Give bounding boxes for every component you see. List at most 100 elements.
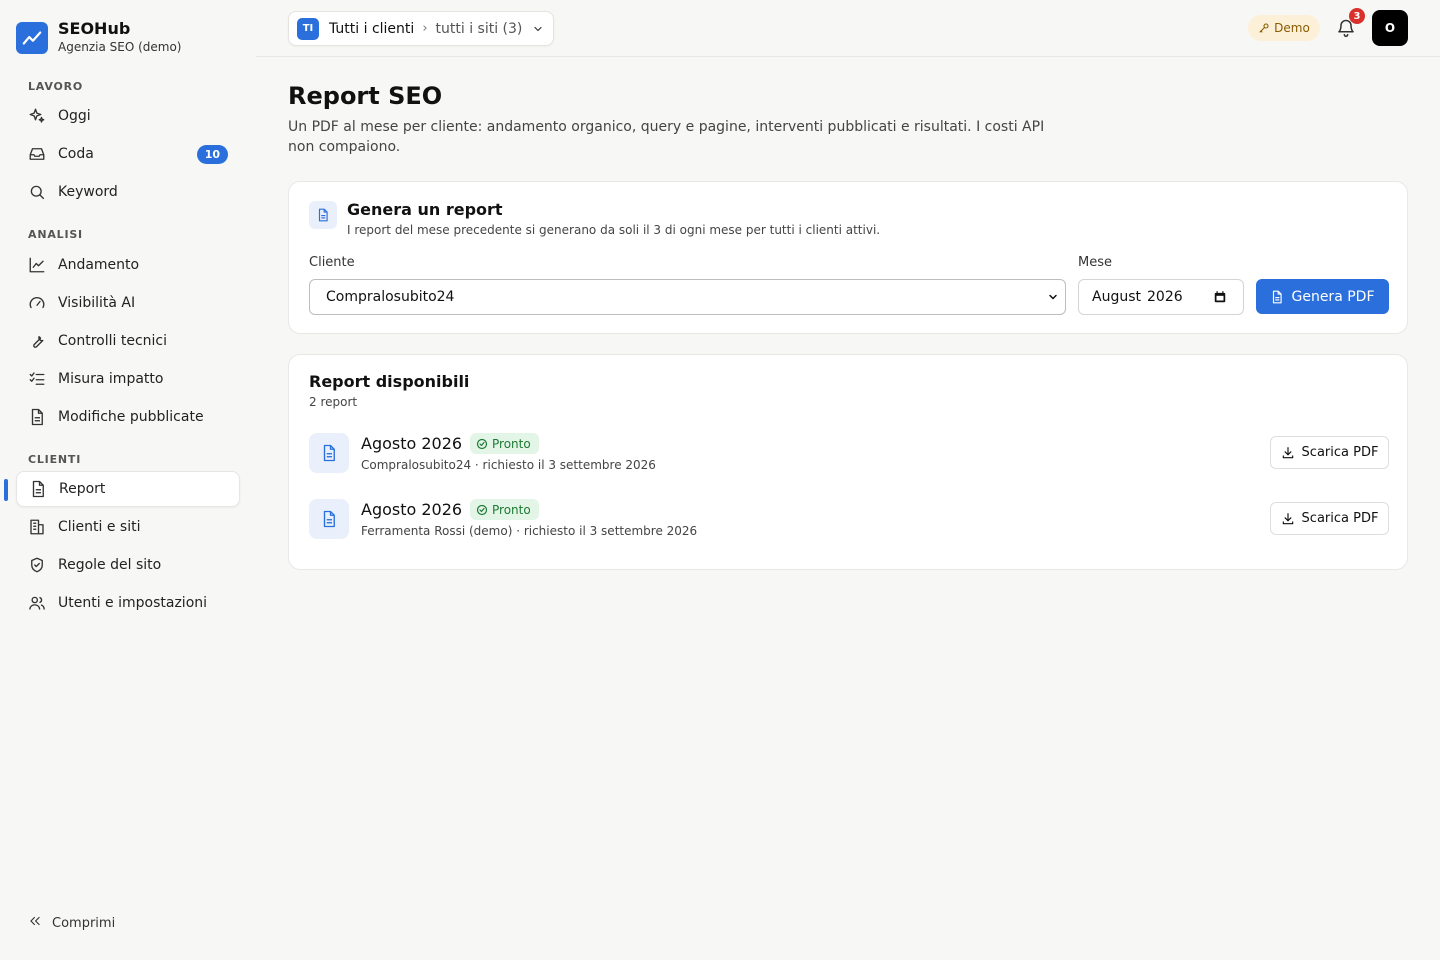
sidebar-item-label: Clienti e siti (58, 519, 141, 535)
report-meta: Compralosubito24 · richiesto il 3 settem… (361, 458, 656, 472)
status-label: Pronto (492, 436, 531, 451)
generate-pdf-button[interactable]: Genera PDF (1256, 279, 1389, 314)
document-icon (309, 499, 349, 539)
download-pdf-button[interactable]: Scarica PDF (1270, 436, 1389, 469)
sidebar-item-controlli-tecnici[interactable]: Controlli tecnici (16, 323, 240, 359)
report-title: Agosto 2026 (361, 500, 463, 519)
demo-mode-badge[interactable]: Demo (1248, 15, 1320, 41)
generate-pdf-label: Genera PDF (1291, 288, 1375, 305)
demo-label: Demo (1274, 21, 1310, 35)
client-initials-badge: TI (297, 17, 319, 40)
line-chart-icon (28, 256, 46, 274)
list-item: Agosto 2026 Pronto Ferramenta Rossi (dem… (309, 499, 1389, 539)
sidebar-item-label: Visibilità AI (58, 295, 136, 311)
topbar: TI Tutti i clienti › tutti i siti (3) De… (256, 0, 1440, 57)
check-circle-icon (476, 504, 488, 516)
sidebar-item-label: Andamento (58, 257, 140, 273)
client-switcher[interactable]: TI Tutti i clienti › tutti i siti (3) (288, 11, 554, 46)
sidebar-item-clienti-e-siti[interactable]: Clienti e siti (16, 509, 240, 545)
chevron-down-icon (532, 23, 544, 35)
sidebar-item-visibilita-ai[interactable]: Visibilità AI (16, 285, 240, 321)
sidebar-item-misura-impatto[interactable]: Misura impatto (16, 361, 240, 397)
document-icon (29, 480, 47, 498)
page-description: Un PDF al mese per cliente: andamento or… (288, 119, 1045, 155)
report-title: Agosto 2026 (361, 434, 463, 453)
reports-count: 2 report (309, 395, 358, 409)
sidebar-item-label: Regole del sito (58, 557, 162, 573)
shield-check-icon (28, 556, 46, 574)
sidebar-item-label: Report (59, 481, 106, 497)
active-indicator (4, 479, 8, 501)
reports-title: Report disponibili (309, 372, 470, 391)
users-icon (28, 594, 46, 612)
chevron-down-icon (1047, 291, 1059, 307)
sidebar-item-label: Modifiche pubblicate (58, 409, 204, 425)
chevrons-left-icon (28, 914, 42, 932)
sidebar-item-andamento[interactable]: Andamento (16, 247, 240, 283)
download-label: Scarica PDF (1301, 511, 1379, 526)
gauge-icon (28, 294, 46, 312)
collapse-label: Comprimi (52, 915, 116, 931)
sidebar-item-oggi[interactable]: Oggi (16, 98, 240, 134)
breadcrumb-separator: › (422, 21, 428, 36)
sidebar-item-label: Keyword (58, 184, 118, 200)
report-meta: Ferramenta Rossi (demo) · richiesto il 3… (361, 524, 698, 538)
bell-icon (1336, 19, 1356, 43)
sidebar-item-regole-del-sito[interactable]: Regole del sito (16, 547, 240, 583)
download-icon (1281, 512, 1295, 526)
checklist-icon (28, 370, 46, 388)
collapse-sidebar-button[interactable]: Comprimi (28, 914, 115, 932)
wrench-icon (28, 332, 46, 350)
building-icon (28, 518, 46, 536)
queue-count-badge: 10 (196, 145, 228, 164)
section-label-analisi: ANALISI (28, 228, 83, 241)
document-icon (309, 433, 349, 473)
list-item: Agosto 2026 Pronto Compralosubito24 · ri… (309, 433, 1389, 473)
app-name: SEOHub (58, 19, 131, 38)
document-icon (28, 408, 46, 426)
sidebar: SEOHub Agenzia SEO (demo) LAVORO Oggi Co… (0, 0, 256, 960)
sidebar-item-report[interactable]: Report (16, 471, 240, 507)
client-select-value: Compralosubito24 (326, 289, 455, 305)
document-icon (309, 201, 337, 229)
sidebar-item-label: Misura impatto (58, 371, 164, 387)
client-field-label: Cliente (309, 255, 355, 270)
section-label-lavoro: LAVORO (28, 80, 84, 93)
sidebar-item-utenti-e-impostazioni[interactable]: Utenti e impostazioni (16, 585, 240, 621)
brand[interactable]: SEOHub Agenzia SEO (demo) (16, 20, 181, 55)
month-value: August (1092, 289, 1141, 305)
client-switcher-label: Tutti i clienti (329, 20, 415, 37)
sidebar-item-coda[interactable]: Coda 10 (16, 136, 240, 172)
user-avatar[interactable]: O (1372, 10, 1408, 46)
client-select[interactable]: Compralosubito24 (309, 279, 1066, 315)
sidebar-item-label: Controlli tecnici (58, 333, 167, 349)
search-icon (28, 183, 46, 201)
notification-count-badge: 3 (1349, 8, 1365, 24)
download-label: Scarica PDF (1301, 445, 1379, 460)
check-circle-icon (476, 438, 488, 450)
sidebar-item-label: Utenti e impostazioni (58, 595, 208, 611)
document-icon (1270, 290, 1284, 304)
generate-subtitle: I report del mese precedente si generano… (347, 223, 881, 237)
year-value: 2026 (1147, 289, 1183, 305)
generate-report-card: Genera un report I report del mese prece… (288, 181, 1408, 334)
page-title: Report SEO (288, 82, 443, 110)
key-icon (1258, 22, 1270, 34)
generate-title: Genera un report (347, 200, 503, 219)
sidebar-item-label: Oggi (58, 108, 91, 124)
sites-switcher-label: tutti i siti (3) (435, 20, 523, 37)
status-label: Pronto (492, 502, 531, 517)
sidebar-item-modifiche-pubblicate[interactable]: Modifiche pubblicate (16, 399, 240, 435)
inbox-icon (28, 145, 46, 163)
section-label-clienti: CLIENTI (28, 453, 82, 466)
status-badge: Pronto (470, 499, 539, 520)
available-reports-card: Report disponibili 2 report Agosto 2026 … (288, 354, 1408, 570)
month-field-label: Mese (1078, 255, 1112, 270)
sidebar-item-label: Coda (58, 146, 94, 162)
month-input[interactable]: August 2026 (1078, 279, 1244, 315)
calendar-icon[interactable] (1213, 290, 1227, 308)
status-badge: Pronto (470, 433, 539, 454)
sidebar-item-keyword[interactable]: Keyword (16, 174, 240, 210)
trending-up-icon (16, 21, 48, 54)
download-pdf-button[interactable]: Scarica PDF (1270, 502, 1389, 535)
